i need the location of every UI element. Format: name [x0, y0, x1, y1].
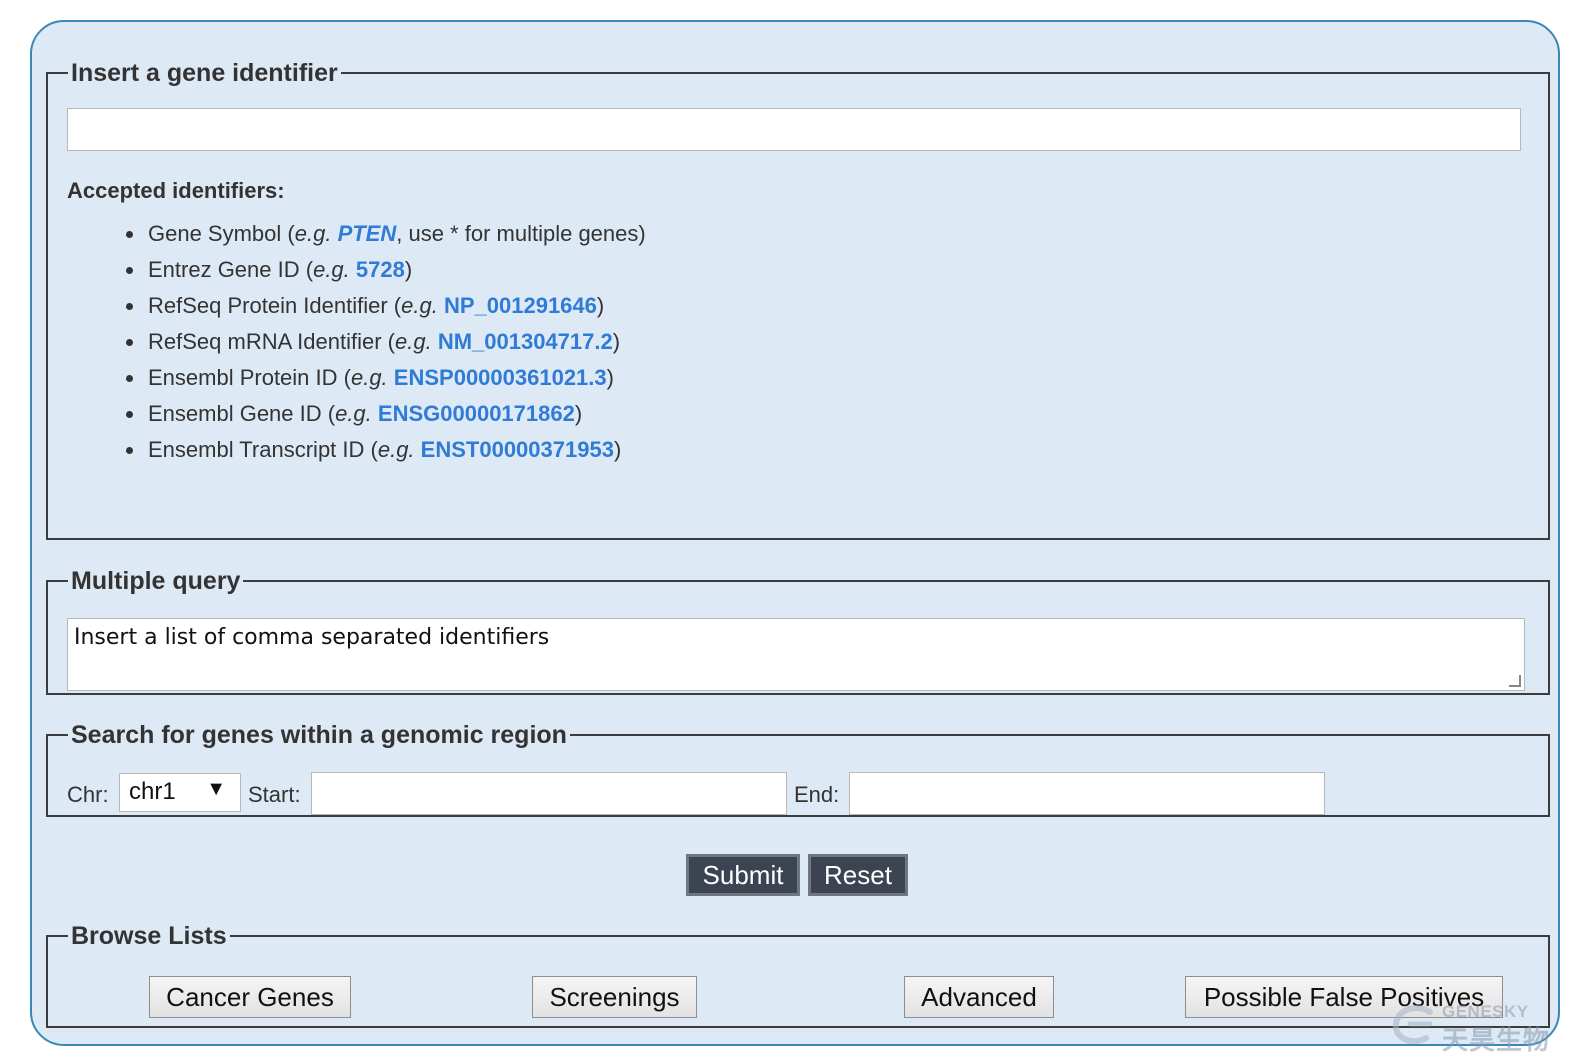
example-link-ensembl-protein[interactable]: ENSP00000361021.3 — [394, 365, 607, 390]
example-link-pten[interactable]: PTEN — [338, 221, 397, 246]
end-label: End: — [794, 782, 840, 807]
genesky-watermark: GENESKY 天昊生物 — [1390, 1000, 1560, 1055]
example-link-refseq-protein[interactable]: NP_001291646 — [444, 293, 597, 318]
multiple-query-legend: Multiple query — [71, 567, 241, 595]
genomic-region-legend: Search for genes within a genomic region — [71, 721, 567, 749]
search-panel: Insert a gene identifier Accepted identi… — [30, 20, 1560, 1046]
multiple-query-placeholder: Insert a list of comma separated identif… — [74, 625, 550, 650]
dropdown-arrow-icon: ▼ — [206, 778, 226, 800]
genomic-region-fieldset: Search for genes within a genomic region… — [46, 722, 1550, 817]
list-item: Ensembl Protein ID (e.g. ENSP00000361021… — [146, 360, 676, 396]
accepted-identifiers-list: Gene Symbol (e.g. PTEN, use * for multip… — [67, 216, 676, 468]
example-link-ensembl-transcript[interactable]: ENST00000371953 — [421, 437, 614, 462]
reset-button[interactable]: Reset — [808, 854, 908, 896]
gene-identifier-fieldset: Insert a gene identifier Accepted identi… — [46, 60, 1550, 540]
advanced-button[interactable]: Advanced — [904, 976, 1054, 1018]
browse-lists-fieldset: Browse Lists Cancer Genes Screenings Adv… — [46, 923, 1550, 1028]
screenings-button[interactable]: Screenings — [532, 976, 697, 1018]
chr-selected-value: chr1 — [129, 778, 176, 805]
example-link-refseq-mrna[interactable]: NM_001304717.2 — [438, 329, 613, 354]
submit-button[interactable]: Submit — [686, 854, 800, 896]
gene-identifier-legend: Insert a gene identifier — [71, 59, 338, 87]
start-label: Start: — [248, 782, 301, 807]
list-item: RefSeq mRNA Identifier (e.g. NM_00130471… — [146, 324, 676, 360]
multiple-query-textarea[interactable]: Insert a list of comma separated identif… — [67, 618, 1525, 691]
example-link-entrez[interactable]: 5728 — [356, 257, 405, 282]
cancer-genes-button[interactable]: Cancer Genes — [149, 976, 351, 1018]
list-item: Ensembl Transcript ID (e.g. ENST00000371… — [146, 432, 676, 468]
list-item: Entrez Gene ID (e.g. 5728) — [146, 252, 676, 288]
browse-lists-legend: Browse Lists — [71, 922, 227, 950]
chr-label: Chr: — [67, 782, 109, 807]
resize-grip-icon[interactable] — [1509, 675, 1521, 687]
start-input[interactable] — [311, 772, 787, 815]
chr-select[interactable]: chr1 ▼ — [119, 773, 241, 812]
end-input[interactable] — [849, 772, 1325, 815]
gene-identifier-input[interactable] — [67, 108, 1521, 151]
watermark-text-en: GENESKY — [1442, 1002, 1529, 1021]
multiple-query-fieldset: Multiple query Insert a list of comma se… — [46, 568, 1550, 695]
example-link-ensembl-gene[interactable]: ENSG00000171862 — [378, 401, 575, 426]
accepted-identifiers-title: Accepted identifiers: — [67, 178, 285, 203]
genesky-logo-icon — [1392, 1005, 1433, 1045]
list-item: Ensembl Gene ID (e.g. ENSG00000171862) — [146, 396, 676, 432]
list-item: Gene Symbol (e.g. PTEN, use * for multip… — [146, 216, 676, 252]
watermark-text-cn: 天昊生物 — [1442, 1025, 1551, 1055]
list-item: RefSeq Protein Identifier (e.g. NP_00129… — [146, 288, 676, 324]
